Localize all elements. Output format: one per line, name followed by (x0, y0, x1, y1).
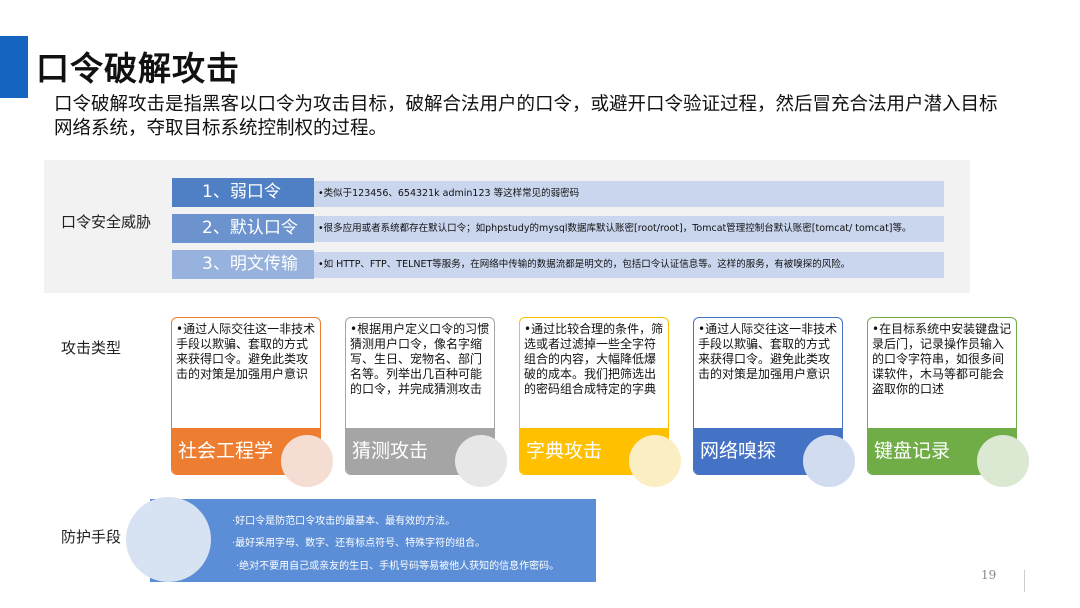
decorative-circle (455, 435, 507, 487)
threat-name-weak-password: 1、弱口令 (172, 178, 314, 207)
title-accent-bar (0, 36, 28, 98)
intro-paragraph: 口令破解攻击是指黑客以口令为攻击目标，破解合法用户的口令，或避开口令验证过程，然… (54, 94, 998, 139)
threat-desc-weak-password: •类似于123456、654321k admin123 等这样常见的弱密码 (314, 181, 944, 207)
defense-label: 防护手段 (61, 528, 122, 546)
threat-desc-plaintext: •如 HTTP、FTP、TELNET等服务，在网络中传输的数据流都是明文的，包括… (314, 252, 944, 278)
decorative-circle (803, 435, 855, 487)
threat-name-plaintext: 3、明文传输 (172, 250, 314, 279)
page-title: 口令破解攻击 (36, 49, 240, 88)
attack-card-text: •根据用户定义口令的习惯猜测用户口令，像名字缩写、生日、宠物名、部门名等。列举出… (350, 322, 490, 396)
attacks-label: 攻击类型 (61, 339, 122, 357)
defense-line: ·好口令是防范口令攻击的最基本、最有效的方法。 (232, 516, 456, 527)
decorative-circle (977, 435, 1029, 487)
attack-card-text: •通过比较合理的条件，筛选或者过滤掉一些全字符组合的内容，大幅降低爆破的成本。我… (524, 322, 664, 396)
footer-divider (1024, 570, 1025, 592)
threat-desc-default-password: •很多应用或者系统都存在默认口令；如phpstudy的mysql数据库默认账密[… (314, 216, 944, 242)
defense-line: ·绝对不要用自己或亲友的生日、手机号码等易被他人获知的信息作密码。 (236, 561, 560, 572)
decorative-circle (281, 435, 333, 487)
page-number: 19 (981, 568, 997, 582)
attack-card-text: •在目标系统中安装键盘记录后门，记录操作员输入的口令字符串，如很多间谍软件，木马… (872, 322, 1012, 396)
attack-card-text: •通过人际交往这一非技术手段以欺骗、套取的方式来获得口令。避免此类攻击的对策是加… (176, 322, 316, 381)
threats-label: 口令安全威胁 (61, 213, 152, 231)
attack-card-text: •通过人际交往这一非技术手段以欺骗、套取的方式来获得口令。避免此类攻击的对策是加… (698, 322, 838, 381)
decorative-circle (629, 435, 681, 487)
defense-line: ·最好采用字母、数字、还有标点符号、特殊字符的组合。 (232, 538, 486, 549)
threat-name-default-password: 2、默认口令 (172, 214, 314, 243)
decorative-circle (126, 497, 211, 582)
